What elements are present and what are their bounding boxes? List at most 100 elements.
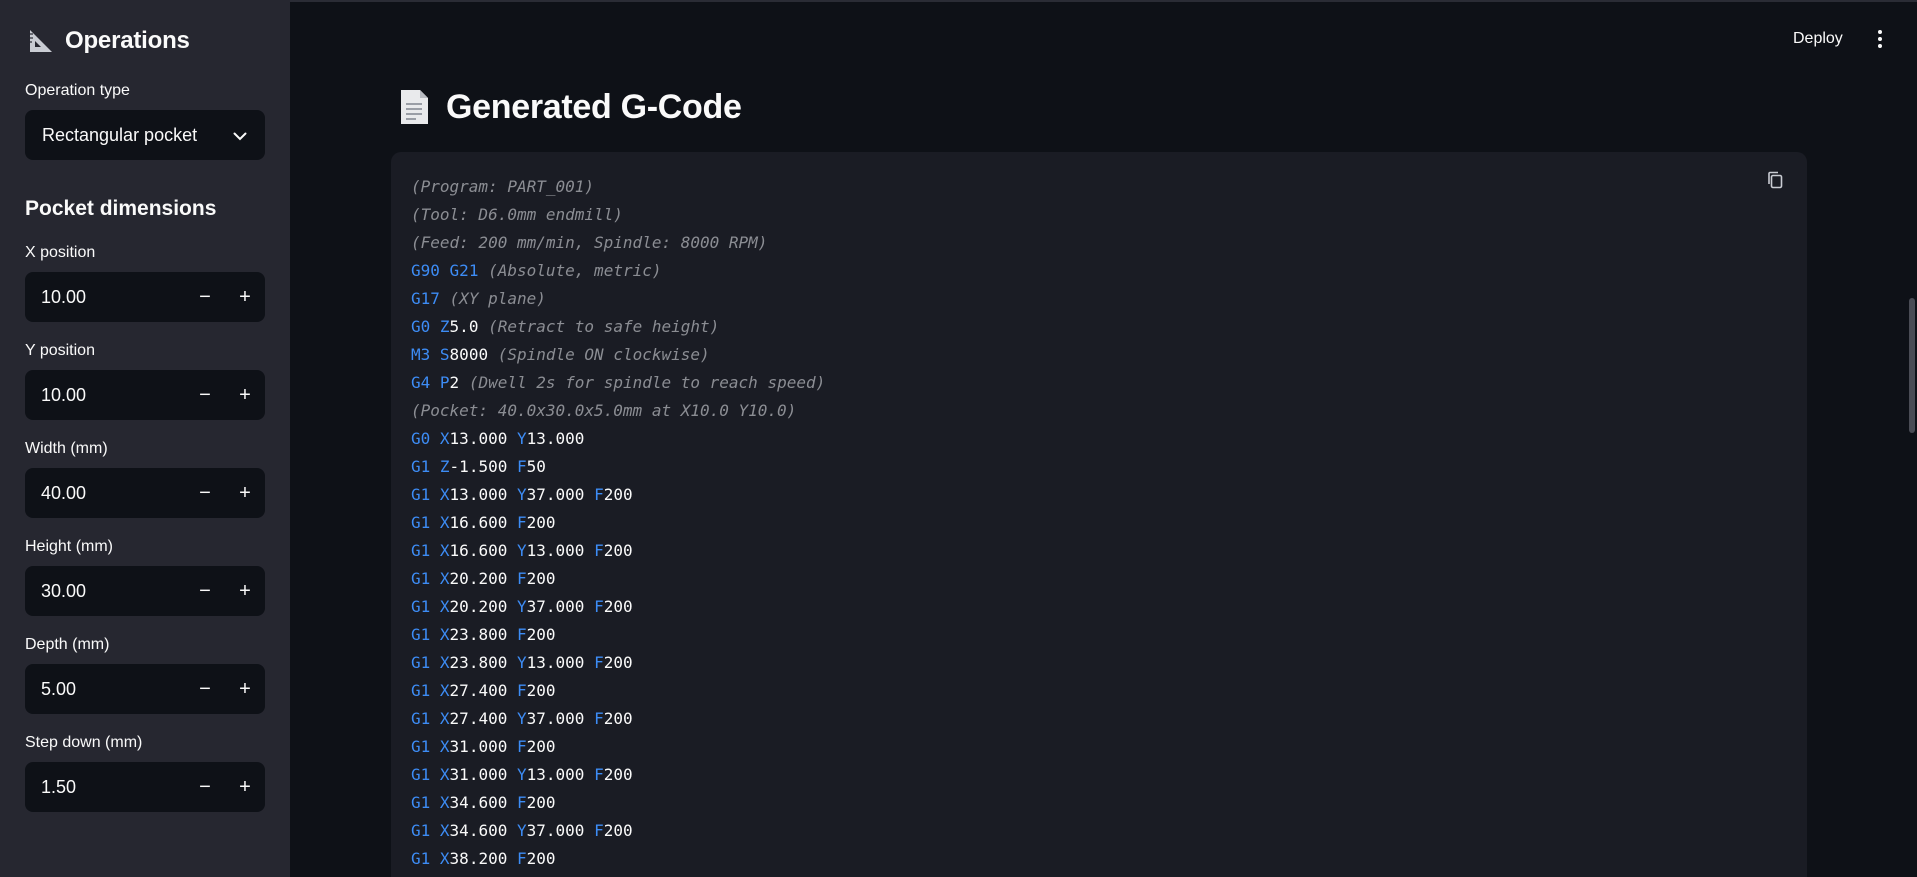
gcode-value: 200 — [526, 793, 556, 812]
increment-button[interactable]: + — [225, 468, 265, 518]
gcode-value: 20.200 — [449, 597, 508, 616]
gcode-value: 13.000 — [526, 541, 585, 560]
gcode-space — [507, 709, 517, 728]
number-input-value[interactable]: 5.00 — [25, 679, 185, 700]
gcode-command: X — [439, 737, 450, 756]
increment-button[interactable]: + — [225, 664, 265, 714]
gcode-code-block[interactable]: (Program: PART_001) (Tool: D6.0mm endmill… — [391, 152, 1807, 877]
gcode-command: F — [594, 821, 604, 840]
number-input-value[interactable]: 10.00 — [25, 287, 185, 308]
gcode-command: G21 — [449, 261, 479, 280]
gcode-space — [507, 765, 517, 784]
code-line: G90 G21 (Absolute, metric) — [411, 257, 1807, 285]
decrement-button[interactable]: − — [185, 370, 225, 420]
number-field-group: Height (mm) 30.00− + — [25, 536, 265, 616]
gcode-space — [478, 261, 488, 280]
gcode-value: 27.400 — [449, 681, 508, 700]
gcode-command: F — [516, 793, 527, 812]
gcode-space — [584, 653, 594, 672]
gcode-command: G1 — [411, 597, 431, 616]
triangular-ruler-icon — [25, 26, 55, 56]
gcode-space — [430, 597, 440, 616]
main-menu-icon[interactable] — [1870, 27, 1890, 51]
code-line: G1 X31.000 Y13.000 F200 — [411, 761, 1807, 789]
gcode-command: Z — [439, 457, 450, 476]
gcode-space — [488, 345, 498, 364]
gcode-space — [430, 485, 440, 504]
gcode-command: S — [439, 345, 450, 364]
decrement-button[interactable]: − — [185, 664, 225, 714]
number-input-value[interactable]: 10.00 — [25, 385, 185, 406]
gcode-command: F — [594, 485, 604, 504]
number-field-label: Depth (mm) — [25, 636, 110, 653]
decrement-button[interactable]: − — [185, 762, 225, 812]
copy-icon[interactable] — [1761, 166, 1789, 194]
gcode-space — [507, 625, 517, 644]
deploy-button[interactable]: Deploy — [1785, 27, 1851, 51]
gcode-value: 200 — [603, 709, 633, 728]
gcode-command: G1 — [411, 457, 431, 476]
gcode-command: F — [594, 653, 604, 672]
gcode-command: F — [516, 625, 527, 644]
gcode-space — [430, 765, 440, 784]
gcode-value: 23.800 — [449, 625, 508, 644]
gcode-command: Y — [516, 485, 527, 504]
decrement-button[interactable]: − — [185, 566, 225, 616]
gcode-value: 37.000 — [526, 485, 585, 504]
gcode-space — [430, 345, 440, 364]
code-line: G1 X13.000 Y37.000 F200 — [411, 481, 1807, 509]
gcode-value: 27.400 — [449, 709, 508, 728]
number-input-value[interactable]: 30.00 — [25, 581, 185, 602]
gcode-command: X — [439, 709, 450, 728]
gcode-space — [459, 373, 469, 392]
number-input: 1.50− + — [25, 762, 265, 812]
code-line: G17 (XY plane) — [411, 285, 1807, 313]
gcode-space — [507, 569, 517, 588]
gcode-space — [430, 821, 440, 840]
gcode-space — [507, 653, 517, 672]
gcode-comment: (Retract to safe height) — [488, 317, 720, 336]
code-line: G1 X34.600 F200 — [411, 789, 1807, 817]
gcode-value: -1.500 — [449, 457, 508, 476]
gcode-space — [507, 513, 517, 532]
gcode-space — [584, 485, 594, 504]
number-input-value[interactable]: 40.00 — [25, 483, 185, 504]
gcode-command: F — [594, 765, 604, 784]
number-field-group: Step down (mm) 1.50− + — [25, 732, 265, 812]
increment-button[interactable]: + — [225, 370, 265, 420]
pocket-dimensions-heading: Pocket dimensions — [25, 197, 217, 220]
operation-type-select[interactable]: Rectangular pocket — [25, 110, 265, 160]
gcode-command: M3 — [411, 345, 431, 364]
gcode-space — [584, 821, 594, 840]
code-line: G1 X31.000 F200 — [411, 733, 1807, 761]
decrement-button[interactable]: − — [185, 468, 225, 518]
gcode-space — [478, 317, 488, 336]
number-input-value[interactable]: 1.50 — [25, 777, 185, 798]
gcode-value: 37.000 — [526, 597, 585, 616]
gcode-command: G1 — [411, 849, 431, 868]
gcode-command: G1 — [411, 485, 431, 504]
gcode-space — [507, 793, 517, 812]
scrollbar-thumb[interactable] — [1909, 298, 1915, 433]
increment-button[interactable]: + — [225, 272, 265, 322]
gcode-value: 16.600 — [449, 513, 508, 532]
code-line: G1 X20.200 Y37.000 F200 — [411, 593, 1807, 621]
increment-button[interactable]: + — [225, 762, 265, 812]
number-input: 10.00− + — [25, 272, 265, 322]
gcode-value: 200 — [603, 597, 633, 616]
gcode-command: G1 — [411, 513, 431, 532]
increment-button[interactable]: + — [225, 566, 265, 616]
gcode-command: X — [439, 821, 450, 840]
gcode-command: Y — [516, 765, 527, 784]
gcode-command: F — [594, 597, 604, 616]
decrement-button[interactable]: − — [185, 272, 225, 322]
code-line: G1 X34.600 Y37.000 F200 — [411, 817, 1807, 845]
gcode-space — [440, 261, 450, 280]
header-bar — [290, 0, 1917, 2]
gcode-space — [507, 737, 517, 756]
code-line: G1 Z-1.500 F50 — [411, 453, 1807, 481]
number-input: 10.00− + — [25, 370, 265, 420]
page-scrollbar[interactable] — [1907, 0, 1917, 877]
gcode-command: F — [516, 569, 527, 588]
code-line: G1 X16.600 Y13.000 F200 — [411, 537, 1807, 565]
